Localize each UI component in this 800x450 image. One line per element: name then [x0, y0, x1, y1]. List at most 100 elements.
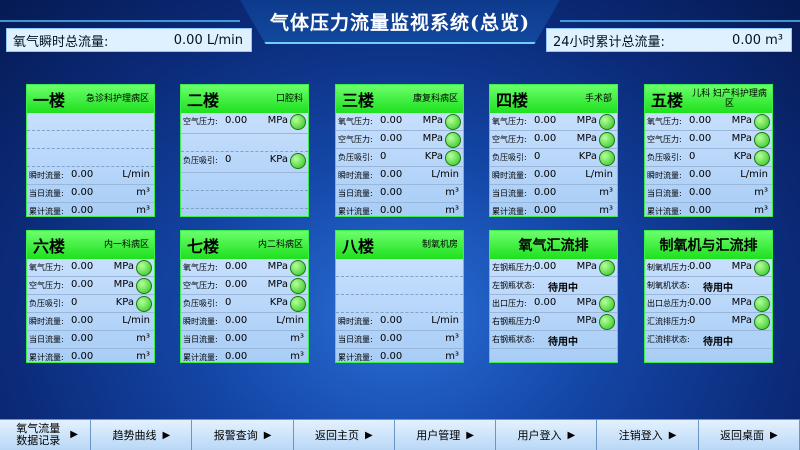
data-row: 累计流量: 0.00 m³ [645, 203, 772, 216]
empty-row [336, 259, 463, 277]
empty-row [27, 131, 154, 149]
green-status-dot-icon [754, 314, 770, 330]
dept-label: 制氧机房 [421, 240, 458, 250]
data-row: 当日流量: 0.00 m³ [27, 185, 154, 203]
data-row: 累计流量: 0.00 m³ [27, 349, 154, 362]
green-status-dot-icon [290, 278, 306, 294]
data-row: 空气压力: 0.00 MPa [27, 277, 154, 295]
play-arrow-icon: ▶ [162, 429, 171, 441]
dept-label: 内二科病区 [257, 240, 303, 250]
data-row: 制氧机状态: 待用中 [645, 277, 772, 295]
dept-label: 内一科病区 [103, 240, 149, 250]
data-row: 累计流量: 0.00 m³ [27, 203, 154, 216]
empty-row [336, 295, 463, 313]
data-row: 瞬时流量: 0.00 L/min [181, 313, 308, 331]
dept-label: 康复科病区 [412, 94, 458, 104]
empty-row [181, 134, 308, 152]
green-status-dot-icon [445, 114, 461, 130]
data-row: 制氧机压力: 0.00 MPa [645, 259, 772, 277]
floor-label: 一楼 [33, 91, 66, 110]
data-row: 负压吸引: 0 KPa [181, 152, 308, 173]
empty-row [27, 149, 154, 167]
play-arrow-icon: ▶ [770, 429, 778, 441]
data-row: 当日流量: 0.00 m³ [27, 331, 154, 349]
green-status-dot-icon [290, 114, 306, 130]
data-row: 氧气压力: 0.00 MPa [181, 259, 308, 277]
green-status-dot-icon [599, 132, 615, 148]
data-row: 瞬时流量: 0.00 L/min [27, 167, 154, 185]
data-row: 氧气压力: 0.00 MPa [645, 113, 772, 131]
floor-label: 二楼 [187, 91, 220, 110]
data-row: 左钢瓶压力: 0.00 MPa [490, 259, 617, 277]
panel-floor-8: 八楼 制氧机房 瞬时流量: 0.00 L/min 当日流量: 0.00 m³ 累计流量: 0… [335, 230, 464, 363]
empty-row [27, 113, 154, 131]
play-arrow-icon: ▶ [263, 429, 272, 441]
data-row: 瞬时流量: 0.00 L/min [27, 313, 154, 331]
floor-label: 三楼 [342, 91, 375, 110]
floor-label: 四楼 [496, 91, 529, 110]
green-status-dot-icon [754, 296, 770, 312]
logout-button[interactable]: 注销登入 ▶ [597, 419, 699, 450]
data-row: 当日流量: 0.00 m³ [336, 331, 463, 349]
data-row: 空气压力: 0.00 MPa [490, 131, 617, 149]
empty-row [181, 191, 308, 209]
data-row: 右钢瓶压力: 0 MPa [490, 313, 617, 331]
empty-row [336, 277, 463, 295]
dept-label: 口腔科 [275, 94, 303, 104]
oxygen-flow-log-button[interactable]: 氧气流量 数据记录 ▶ [0, 419, 92, 450]
panel-floor-5: 五楼 儿科 妇产科护理病区 氧气压力: 0.00 MPa 空气压力: 0.00 MPa 负… [644, 84, 773, 217]
trend-curve-button[interactable]: 趋势曲线 ▶ [91, 419, 193, 450]
floor-label: 八楼 [342, 237, 375, 256]
panel-oxygen-generator: 制氧机与汇流排 制氧机压力: 0.00 MPa 制氧机状态: 待用中 出口总压力: 0.… [644, 230, 773, 363]
panel-floor-3: 三楼 康复科病区 氧气压力: 0.00 MPa 空气压力: 0.00 MPa 负压吸引: 0… [335, 84, 464, 217]
header-line-right [560, 20, 800, 22]
total-flow-box: 24小时累计总流量: 0.00 m³ [546, 28, 792, 52]
panel-floor-1: 一楼 急诊科护理病区 瞬时流量: 0.00 L/min 当日流量: 0.00 m³ 累计流… [26, 84, 155, 217]
green-status-dot-icon [754, 132, 770, 148]
dept-label: 儿科 妇产科护理病区 [692, 89, 767, 109]
panel-floor-4: 四楼 手术部 氧气压力: 0.00 MPa 空气压力: 0.00 MPa 负压吸引: 0 KP… [489, 84, 618, 217]
header-line-left [0, 20, 240, 22]
user-management-button[interactable]: 用户管理 ▶ [394, 419, 497, 450]
green-status-dot-icon [290, 296, 306, 312]
green-status-dot-icon [136, 278, 152, 294]
instant-flow-value: 0.00 L/min [173, 32, 243, 48]
data-row: 右钢瓶状态: 待用中 [490, 331, 617, 349]
data-row: 负压吸引: 0 KPa [181, 295, 308, 313]
instant-flow-label: 氧气瞬时总流量: [13, 34, 109, 50]
play-arrow-icon: ▶ [668, 429, 677, 441]
green-status-dot-icon [754, 260, 770, 276]
green-status-dot-icon [599, 314, 615, 330]
panel-title: 制氧机与汇流排 [659, 238, 758, 254]
data-row: 空气压力: 0.00 MPa [181, 113, 308, 134]
green-status-dot-icon [599, 260, 615, 276]
data-row: 空气压力: 0.00 MPa [181, 277, 308, 295]
instant-flow-box: 氧气瞬时总流量: 0.00 L/min [6, 28, 252, 52]
green-status-dot-icon [136, 296, 152, 312]
alarm-query-button[interactable]: 报警查询 ▶ [192, 419, 294, 450]
data-row: 瞬时流量: 0.00 L/min [336, 167, 463, 185]
data-row: 当日流量: 0.00 m³ [336, 185, 463, 203]
data-row: 累计流量: 0.00 m³ [181, 349, 308, 362]
data-row: 当日流量: 0.00 m³ [645, 185, 772, 203]
data-row: 氧气压力: 0.00 MPa [336, 113, 463, 131]
user-login-button[interactable]: 用户登入 ▶ [496, 419, 598, 450]
data-row: 瞬时流量: 0.00 L/min [336, 313, 463, 331]
data-row: 氧气压力: 0.00 MPa [490, 113, 617, 131]
play-arrow-icon: ▶ [466, 429, 474, 441]
bottom-nav: 氧气流量 数据记录 ▶ 趋势曲线 ▶ 报警查询 ▶ 返回主页 ▶ 用户管理 ▶ 用户登入 ▶… [0, 419, 800, 450]
data-row: 出口压力: 0.00 MPa [490, 295, 617, 313]
dept-label: 急诊科护理病区 [85, 94, 149, 104]
data-row: 瞬时流量: 0.00 L/min [490, 167, 617, 185]
green-status-dot-icon [599, 296, 615, 312]
green-status-dot-icon [599, 114, 615, 130]
green-status-dot-icon [445, 150, 461, 166]
data-row: 累计流量: 0.00 m³ [336, 203, 463, 216]
data-row: 当日流量: 0.00 m³ [490, 185, 617, 203]
return-desktop-button[interactable]: 返回桌面 ▶ [698, 419, 800, 450]
data-row: 空气压力: 0.00 MPa [336, 131, 463, 149]
data-row: 汇流排压力: 0 MPa [645, 313, 772, 331]
panel-oxygen-manifold: 氧气汇流排 左钢瓶压力: 0.00 MPa 左钢瓶状态: 待用中 出口压力: 0.00 M… [489, 230, 618, 363]
return-home-button[interactable]: 返回主页 ▶ [293, 419, 395, 450]
green-status-dot-icon [445, 132, 461, 148]
